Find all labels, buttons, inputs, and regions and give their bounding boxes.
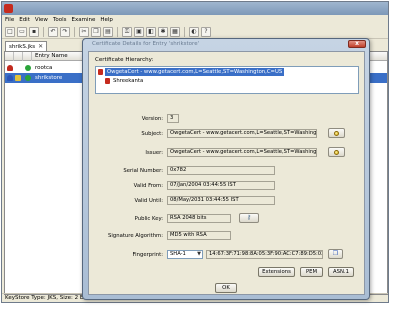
- toolbar-separator: [117, 26, 118, 37]
- details-icon: [334, 130, 339, 136]
- serial-number-label: Serial Number:: [123, 168, 163, 174]
- menu-view[interactable]: View: [35, 17, 48, 23]
- serial-number-field: 0x782: [167, 166, 275, 175]
- generate-keypair-icon[interactable]: ⚿: [122, 26, 132, 37]
- signature-algorithm-label: Signature Algorithm:: [108, 233, 163, 239]
- properties-icon[interactable]: ▦: [170, 26, 180, 37]
- subject-label: Subject:: [141, 131, 163, 137]
- version-field: 3: [167, 114, 179, 123]
- header-lock-column[interactable]: [14, 52, 23, 61]
- menu-bar: File Edit View Tools Examine Help: [2, 15, 388, 24]
- header-type-column[interactable]: [5, 52, 14, 61]
- entry-name: shrikstore: [35, 75, 63, 81]
- menu-examine[interactable]: Examine: [72, 17, 96, 23]
- status-ok-icon: [25, 65, 31, 71]
- chevron-down-icon: ▼: [197, 251, 201, 257]
- tab-close-icon[interactable]: ✕: [38, 43, 43, 50]
- issuer-label: Issuer:: [145, 150, 163, 156]
- public-key-details-button[interactable]: ⚷: [239, 213, 259, 223]
- key-icon: ⚷: [246, 214, 252, 221]
- subject-field: OwgetaCert - www.getacert.com,L=Seattle,…: [167, 129, 317, 138]
- valid-from-field: 07/Jan/2004 03:44:55 IST: [167, 181, 275, 190]
- cut-icon[interactable]: ✂: [79, 26, 89, 37]
- dialog-title: Certificate Details for Entry 'shrikstor…: [92, 41, 200, 47]
- subject-details-button[interactable]: [328, 128, 345, 138]
- save-icon[interactable]: ▪: [29, 26, 39, 37]
- valid-until-label: Valid Until:: [134, 198, 164, 204]
- menu-file[interactable]: File: [5, 17, 14, 23]
- tree-node-child-cert[interactable]: Shreekanta: [113, 77, 143, 85]
- issuer-details-button[interactable]: [328, 147, 345, 157]
- fingerprint-field: 14:67:3F:71:98:8A:05:3F:90:AC:C7:89:D5:0…: [206, 250, 323, 259]
- toolbar-separator: [74, 26, 75, 37]
- valid-from-label: Valid From:: [133, 183, 163, 189]
- window-titlebar: [2, 2, 388, 15]
- menu-edit[interactable]: Edit: [19, 17, 30, 23]
- dialog-close-button[interactable]: x: [348, 40, 366, 48]
- certificate-icon: [105, 78, 110, 84]
- tab-shriks-jks[interactable]: shrikS.jks ✕: [5, 41, 47, 51]
- copy-icon[interactable]: ❐: [91, 26, 101, 37]
- lock-icon: [15, 75, 21, 81]
- public-key-field: RSA 2048 bits: [167, 214, 231, 223]
- certificate-hierarchy-tree: OwgetaCert - www.getacert.com,L=Seattle,…: [95, 66, 359, 94]
- header-entry-name[interactable]: Entry Name: [32, 52, 84, 61]
- valid-until-field: 08/May/2031 03:44:55 IST: [167, 196, 275, 205]
- signature-algorithm-field: MD5 with RSA: [167, 231, 231, 240]
- certificate-icon: [98, 69, 103, 75]
- ok-button[interactable]: OK: [215, 283, 237, 293]
- toolbar-separator: [43, 26, 44, 37]
- toolbar-separator: [184, 26, 185, 37]
- key-pair-entry-icon: [7, 75, 13, 81]
- header-status-column[interactable]: [23, 52, 32, 61]
- import-keypair-icon[interactable]: ◧: [146, 26, 156, 37]
- fingerprint-algorithm-select[interactable]: SHA-1 ▼: [167, 250, 203, 259]
- app-icon: [4, 4, 13, 13]
- menu-help[interactable]: Help: [100, 17, 113, 23]
- open-keystore-icon[interactable]: ▭: [17, 26, 27, 37]
- set-password-icon[interactable]: ✱: [158, 26, 168, 37]
- dialog-body: Certificate Hierarchy: OwgetaCert - www.…: [88, 51, 365, 295]
- fingerprint-label: Fingerprint:: [132, 252, 163, 258]
- public-key-label: Public Key:: [134, 216, 163, 222]
- tree-node-root-cert[interactable]: OwgetaCert - www.getacert.com,L=Seattle,…: [105, 68, 285, 76]
- paste-icon[interactable]: ▤: [103, 26, 113, 37]
- redo-icon[interactable]: ↷: [60, 26, 70, 37]
- hierarchy-label: Certificate Hierarchy:: [95, 57, 154, 63]
- help-icon[interactable]: ?: [201, 26, 211, 37]
- issuer-field: OwgetaCert - www.getacert.com,L=Seattle,…: [167, 148, 317, 157]
- undo-icon[interactable]: ↶: [48, 26, 58, 37]
- extensions-button[interactable]: Extensions: [258, 267, 295, 277]
- details-icon: [334, 149, 339, 155]
- asn1-button[interactable]: ASN.1: [328, 267, 354, 277]
- tab-label: shrikS.jks: [9, 43, 36, 50]
- examine-file-icon[interactable]: ◐: [189, 26, 199, 37]
- entry-name: rootca: [35, 65, 53, 71]
- import-certificate-icon[interactable]: ▣: [134, 26, 144, 37]
- menu-tools[interactable]: Tools: [53, 17, 67, 23]
- new-keystore-icon[interactable]: □: [5, 26, 15, 37]
- copy-icon: ❐: [332, 250, 339, 257]
- fingerprint-algorithm-value: SHA-1: [170, 251, 186, 257]
- key-pair-entry-icon: [7, 65, 13, 71]
- version-label: Version:: [141, 116, 163, 122]
- pem-button[interactable]: PEM: [300, 267, 323, 277]
- certificate-details-dialog: Certificate Details for Entry 'shrikstor…: [82, 38, 370, 300]
- toolbar: □ ▭ ▪ ↶ ↷ ✂ ❐ ▤ ⚿ ▣ ◧ ✱ ▦ ◐ ?: [2, 25, 388, 39]
- copy-fingerprint-button[interactable]: ❐: [328, 249, 343, 259]
- status-ok-icon: [25, 75, 31, 81]
